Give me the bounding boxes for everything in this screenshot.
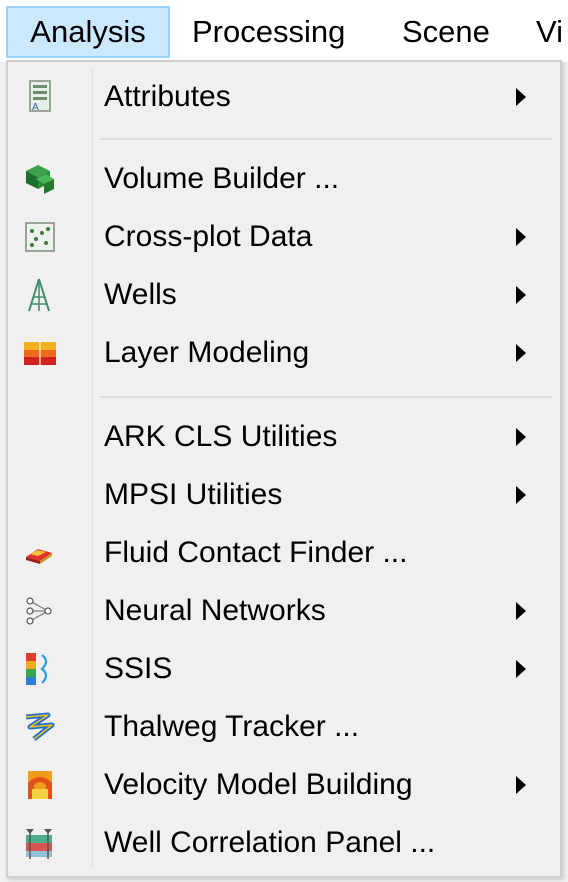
menu-item-ssis-label: SSIS bbox=[104, 652, 173, 685]
menu-bar: Analysis Processing Scene Vi bbox=[0, 0, 568, 62]
submenu-arrow-icon bbox=[516, 428, 526, 446]
cross-plot-icon bbox=[20, 219, 58, 255]
menu-separator bbox=[100, 138, 552, 140]
menu-item-attributes[interactable]: A Attributes bbox=[8, 68, 560, 126]
submenu-arrow-icon bbox=[516, 660, 526, 678]
neural-network-icon bbox=[20, 593, 58, 629]
menu-item-cross-plot-data-label: Cross-plot Data bbox=[104, 220, 313, 253]
menu-item-ark-cls-utilities-label: ARK CLS Utilities bbox=[104, 420, 338, 453]
thalweg-tracker-icon bbox=[20, 709, 58, 745]
menu-processing[interactable]: Processing bbox=[192, 6, 345, 58]
menu-item-neural-networks-label: Neural Networks bbox=[104, 594, 326, 627]
menu-separator bbox=[100, 396, 552, 398]
menu-item-thalweg-tracker-label: Thalweg Tracker ... bbox=[104, 710, 360, 743]
menu-item-ark-cls-utilities[interactable]: ARK CLS Utilities bbox=[8, 408, 560, 466]
menu-item-well-correlation-panel-label: Well Correlation Panel ... bbox=[104, 826, 436, 859]
menu-item-fluid-contact-finder-label: Fluid Contact Finder ... bbox=[104, 536, 408, 569]
menu-view[interactable]: Vi bbox=[536, 6, 563, 58]
menu-item-wells[interactable]: Wells bbox=[8, 266, 560, 324]
menu-item-layer-modeling[interactable]: Layer Modeling bbox=[8, 324, 560, 382]
svg-text:A: A bbox=[32, 102, 39, 113]
menu-item-mpsi-utilities-label: MPSI Utilities bbox=[104, 478, 283, 511]
menu-item-layer-modeling-label: Layer Modeling bbox=[104, 336, 310, 369]
menu-item-well-correlation-panel[interactable]: Well Correlation Panel ... bbox=[8, 814, 560, 872]
velocity-model-icon bbox=[20, 767, 58, 803]
submenu-arrow-icon bbox=[516, 88, 526, 106]
submenu-arrow-icon bbox=[516, 486, 526, 504]
menu-item-velocity-model-building-label: Velocity Model Building bbox=[104, 768, 413, 801]
well-correlation-icon bbox=[20, 825, 58, 861]
ssis-icon bbox=[20, 651, 58, 687]
submenu-arrow-icon bbox=[516, 602, 526, 620]
menu-analysis[interactable]: Analysis bbox=[6, 6, 170, 58]
submenu-arrow-icon bbox=[516, 286, 526, 304]
menu-item-ssis[interactable]: SSIS bbox=[8, 640, 560, 698]
menu-item-cross-plot-data[interactable]: Cross-plot Data bbox=[8, 208, 560, 266]
menu-item-velocity-model-building[interactable]: Velocity Model Building bbox=[8, 756, 560, 814]
menu-item-wells-label: Wells bbox=[104, 278, 177, 311]
volume-builder-icon bbox=[20, 161, 58, 197]
layer-modeling-icon bbox=[20, 335, 58, 371]
submenu-arrow-icon bbox=[516, 228, 526, 246]
fluid-contact-icon bbox=[20, 535, 58, 571]
menu-item-thalweg-tracker[interactable]: Thalweg Tracker ... bbox=[8, 698, 560, 756]
well-derrick-icon bbox=[20, 277, 58, 313]
submenu-arrow-icon bbox=[516, 344, 526, 362]
analysis-dropdown-menu: A Attributes Volume Builder ... Cross-pl… bbox=[6, 60, 562, 878]
menu-scene[interactable]: Scene bbox=[402, 6, 490, 58]
menu-item-attributes-label: Attributes bbox=[104, 80, 231, 113]
submenu-arrow-icon bbox=[516, 776, 526, 794]
menu-item-mpsi-utilities[interactable]: MPSI Utilities bbox=[8, 466, 560, 524]
menu-item-fluid-contact-finder[interactable]: Fluid Contact Finder ... bbox=[8, 524, 560, 582]
menu-item-neural-networks[interactable]: Neural Networks bbox=[8, 582, 560, 640]
attributes-icon: A bbox=[20, 79, 58, 115]
menu-item-volume-builder-label: Volume Builder ... bbox=[104, 162, 340, 195]
menu-item-volume-builder[interactable]: Volume Builder ... bbox=[8, 150, 560, 208]
